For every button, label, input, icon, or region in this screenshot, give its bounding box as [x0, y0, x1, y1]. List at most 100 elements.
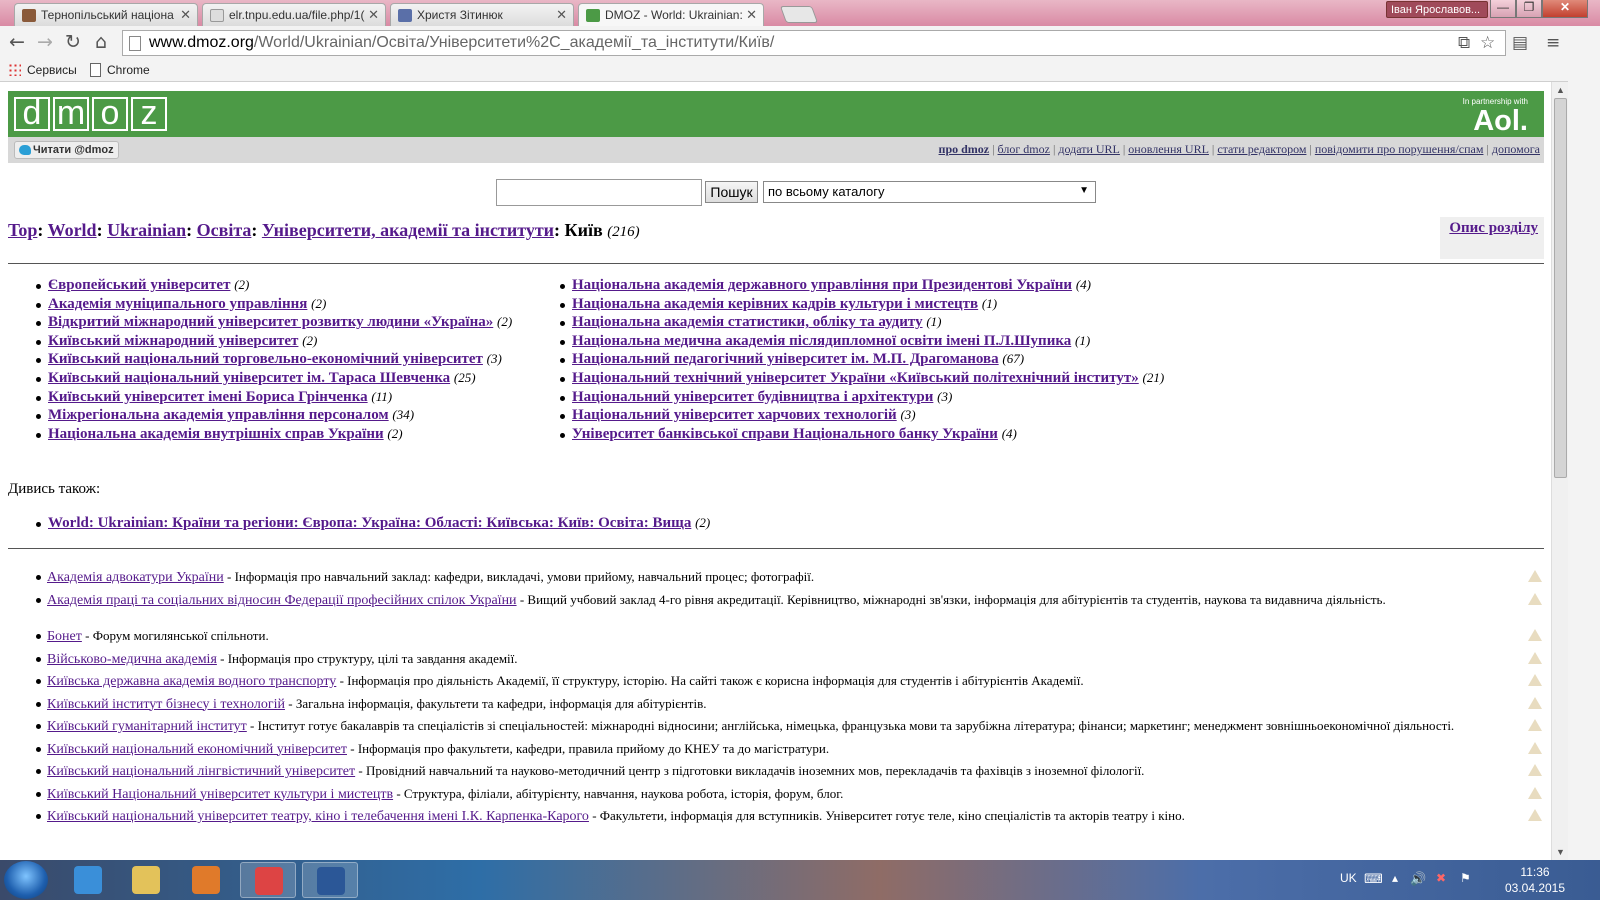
close-icon[interactable]: ✕ [180, 7, 191, 23]
site-link[interactable]: Бонет [47, 629, 82, 644]
tab-dmoz[interactable]: DMOZ - World: Ukrainian: ✕ [578, 3, 764, 27]
site-link[interactable]: Київський національний економічний уніве… [47, 742, 347, 757]
breadcrumb-world[interactable]: World [48, 220, 97, 240]
scroll-down-icon[interactable]: ▼ [1556, 847, 1565, 857]
tab-tnpu[interactable]: Тернопільський націона ✕ [14, 3, 198, 26]
twitter-follow-button[interactable]: Читати @dmoz [14, 141, 119, 159]
vertical-scrollbar[interactable]: ▲ ▼ [1551, 82, 1568, 860]
start-button[interactable] [4, 861, 48, 899]
restore-button[interactable]: ❐ [1516, 0, 1542, 18]
taskbar-app-chrome[interactable] [240, 862, 296, 898]
clock[interactable]: 11:36 03.04.2015 [1500, 864, 1570, 896]
home-icon[interactable]: ⌂ [90, 31, 112, 53]
link-update-url[interactable]: оновлення URL [1128, 142, 1209, 156]
category-link[interactable]: Київський міжнародний університет [48, 333, 298, 349]
aol-logo[interactable]: Aol. [1473, 105, 1528, 138]
taskbar-app-internet-explorer[interactable] [60, 862, 116, 898]
category-link[interactable]: Національний технічний університет Украї… [572, 370, 1139, 386]
apps-icon[interactable] [8, 63, 21, 76]
volume-icon[interactable]: 🔊 [1410, 871, 1426, 887]
breadcrumb-top[interactable]: Top [8, 220, 37, 240]
report-warning-icon[interactable] [1528, 696, 1542, 709]
site-link[interactable]: Військово-медична академія [47, 652, 217, 667]
close-icon[interactable]: ✕ [556, 7, 567, 23]
link-about[interactable]: про dmoz [939, 142, 990, 156]
site-link[interactable]: Київський Національний університет культ… [47, 787, 393, 802]
network-error-icon[interactable]: ✖ [1436, 871, 1446, 885]
forward-icon[interactable]: → [34, 31, 56, 53]
scrollbar-thumb[interactable] [1554, 98, 1567, 478]
link-report-abuse[interactable]: повідомити про порушення/спам [1315, 142, 1484, 156]
site-link[interactable]: Київський гуманітарний інститут [47, 719, 247, 734]
category-link[interactable]: Київський національний торговельно-еконо… [48, 351, 483, 367]
category-link[interactable]: Академія муніципального управління [48, 296, 307, 312]
search-button[interactable]: Пошук [705, 181, 758, 203]
category-link[interactable]: Національна академія внутрішніх справ Ук… [48, 426, 384, 442]
category-link[interactable]: Національна академія статистики, обліку … [572, 314, 923, 330]
tab-elr[interactable]: elr.tnpu.edu.ua/file.php/1( ✕ [202, 3, 386, 26]
close-icon[interactable]: ✕ [746, 7, 757, 23]
report-warning-icon[interactable] [1528, 764, 1542, 776]
reload-icon[interactable]: ↻ [62, 31, 84, 53]
report-warning-icon[interactable] [1528, 651, 1542, 664]
minimize-button[interactable]: — [1490, 0, 1516, 18]
site-link[interactable]: Київський національний університет театр… [47, 809, 589, 824]
keyboard-icon[interactable]: ⌨ [1364, 871, 1383, 887]
close-window-button[interactable]: ✕ [1542, 0, 1588, 18]
report-warning-icon[interactable] [1528, 719, 1542, 731]
address-bar[interactable]: www.dmoz.org/World/Ukrainian/Освіта/Унів… [122, 30, 1506, 56]
bookmark-star-icon[interactable]: ☆ [1480, 33, 1495, 53]
category-link[interactable]: Національний університет будівництва і а… [572, 389, 933, 405]
site-link[interactable]: Академія праці та соціальних відносин Фе… [47, 593, 517, 608]
tray-chevron-icon[interactable]: ▴ [1392, 871, 1398, 885]
profile-button[interactable]: Іван Ярославов... [1386, 1, 1488, 18]
report-warning-icon[interactable] [1528, 786, 1542, 799]
link-blog[interactable]: блог dmoz [998, 142, 1050, 156]
category-link[interactable]: Європейський університет [48, 277, 230, 293]
report-warning-icon[interactable] [1528, 629, 1542, 641]
taskbar-app-file-explorer[interactable] [118, 862, 174, 898]
dmoz-logo[interactable]: d m o z [14, 96, 167, 131]
site-link[interactable]: Академія адвокатури України [47, 570, 224, 585]
taskbar-app-media-player[interactable] [178, 862, 234, 898]
report-warning-icon[interactable] [1528, 592, 1542, 605]
link-become-editor[interactable]: стати редактором [1217, 142, 1306, 156]
breadcrumb-universities[interactable]: Університети, академії та інститути [262, 220, 554, 240]
search-scope-select[interactable]: по всьому каталогу ▼ [763, 181, 1096, 203]
category-link[interactable]: Національний університет харчових технол… [572, 407, 897, 423]
breadcrumb-ukrainian[interactable]: Ukrainian [107, 220, 186, 240]
description-link[interactable]: Опис розділу [1449, 220, 1538, 236]
link-help[interactable]: допомога [1492, 142, 1540, 156]
close-icon[interactable]: ✕ [368, 7, 379, 23]
link-add-url[interactable]: додати URL [1058, 142, 1120, 156]
category-link[interactable]: Київський національний університет ім. Т… [48, 370, 450, 386]
category-link[interactable]: Відкритий міжнародний університет розвит… [48, 314, 493, 330]
bookmark-chrome[interactable]: Chrome [107, 63, 150, 77]
category-link[interactable]: Національна академія державного управлін… [572, 277, 1072, 293]
new-tab-button[interactable] [779, 6, 819, 23]
report-warning-icon[interactable] [1528, 570, 1542, 582]
report-warning-icon[interactable] [1528, 741, 1542, 754]
bookmark-services[interactable]: Сервисы [27, 63, 77, 77]
category-link[interactable]: Національна медична академія післядиплом… [572, 333, 1071, 349]
breadcrumb-osvita[interactable]: Освіта [197, 220, 252, 240]
extension-icon[interactable]: ▤ [1512, 33, 1528, 53]
report-warning-icon[interactable] [1528, 809, 1542, 821]
scroll-up-icon[interactable]: ▲ [1556, 85, 1565, 95]
category-link[interactable]: Національна академія керівних кадрів кул… [572, 296, 978, 312]
tab-vk[interactable]: Христя Зітинюк ✕ [390, 3, 574, 26]
category-link[interactable]: Міжрегіональна академія управління персо… [48, 407, 389, 423]
site-link[interactable]: Київський інститут бізнесу і технологій [47, 697, 285, 712]
report-warning-icon[interactable] [1528, 674, 1542, 686]
search-input[interactable] [496, 179, 702, 206]
category-link[interactable]: Київський університет імені Бориса Грінч… [48, 389, 368, 405]
site-link[interactable]: Київський національний лінгвістичний уні… [47, 764, 355, 779]
category-link[interactable]: Університет банківської справи Національ… [572, 426, 998, 442]
menu-icon[interactable]: ≡ [1546, 33, 1560, 53]
see-also-link[interactable]: World: Ukrainian: Країни та регіони: Євр… [48, 515, 691, 531]
site-link[interactable]: Київська державна академія водного транс… [47, 674, 336, 689]
language-indicator[interactable]: UK [1340, 871, 1357, 885]
category-link[interactable]: Національний педагогічний університет ім… [572, 351, 999, 367]
translate-icon[interactable]: ⧉ [1458, 33, 1470, 53]
action-center-icon[interactable]: ⚑ [1460, 871, 1471, 885]
